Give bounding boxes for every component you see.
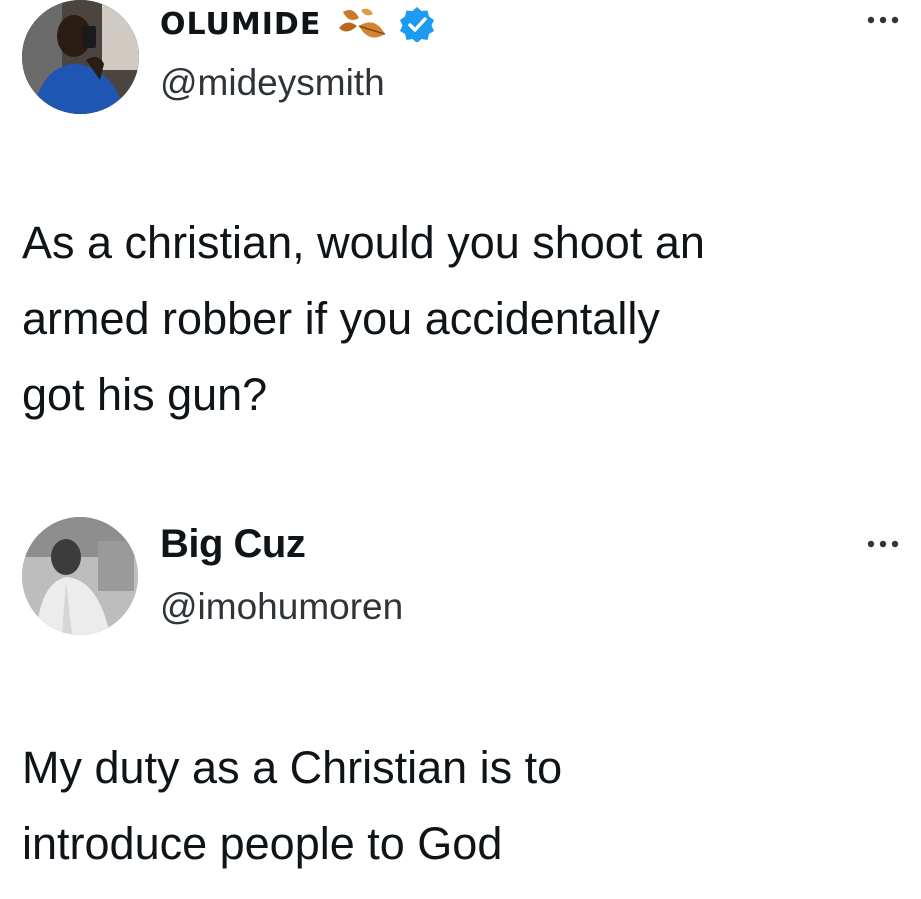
display-name[interactable]: OLUMIDE bbox=[160, 7, 321, 42]
tweet-text-line: got his gun? bbox=[22, 369, 268, 420]
tweet-text-line: introduce people to God bbox=[22, 818, 503, 869]
author-handle[interactable]: @mideysmith bbox=[160, 62, 385, 104]
profile-photo-icon bbox=[22, 0, 139, 114]
tweet-text-line: My duty as a Christian is to bbox=[22, 742, 563, 793]
display-name[interactable]: Big Cuz bbox=[160, 522, 306, 567]
more-options-button[interactable] bbox=[861, 8, 905, 32]
tweet-olumide: OLUMIDE @mideysmith As a christian, woul… bbox=[0, 0, 921, 460]
author-name-row: OLUMIDE bbox=[160, 2, 435, 46]
author-name-row: Big Cuz bbox=[160, 520, 306, 568]
tweet-text: As a christian, would you shoot an armed… bbox=[22, 205, 902, 433]
more-options-icon bbox=[867, 540, 899, 548]
tweet-text-line: armed robber if you accidentally bbox=[22, 293, 660, 344]
avatar[interactable] bbox=[22, 517, 138, 635]
tweet-big-cuz: Big Cuz @imohumoren My duty as a Christi… bbox=[0, 500, 921, 899]
tweet-text-line: As a christian, would you shoot an bbox=[22, 217, 705, 268]
more-options-icon bbox=[867, 16, 899, 24]
avatar[interactable] bbox=[22, 0, 139, 114]
tweet-text: My duty as a Christian is to introduce p… bbox=[22, 730, 902, 882]
more-options-button[interactable] bbox=[861, 532, 905, 556]
profile-photo-icon bbox=[22, 517, 138, 635]
leaf-emoji-icon bbox=[333, 4, 389, 44]
author-handle[interactable]: @imohumoren bbox=[160, 586, 403, 628]
verified-badge-icon bbox=[399, 6, 435, 42]
